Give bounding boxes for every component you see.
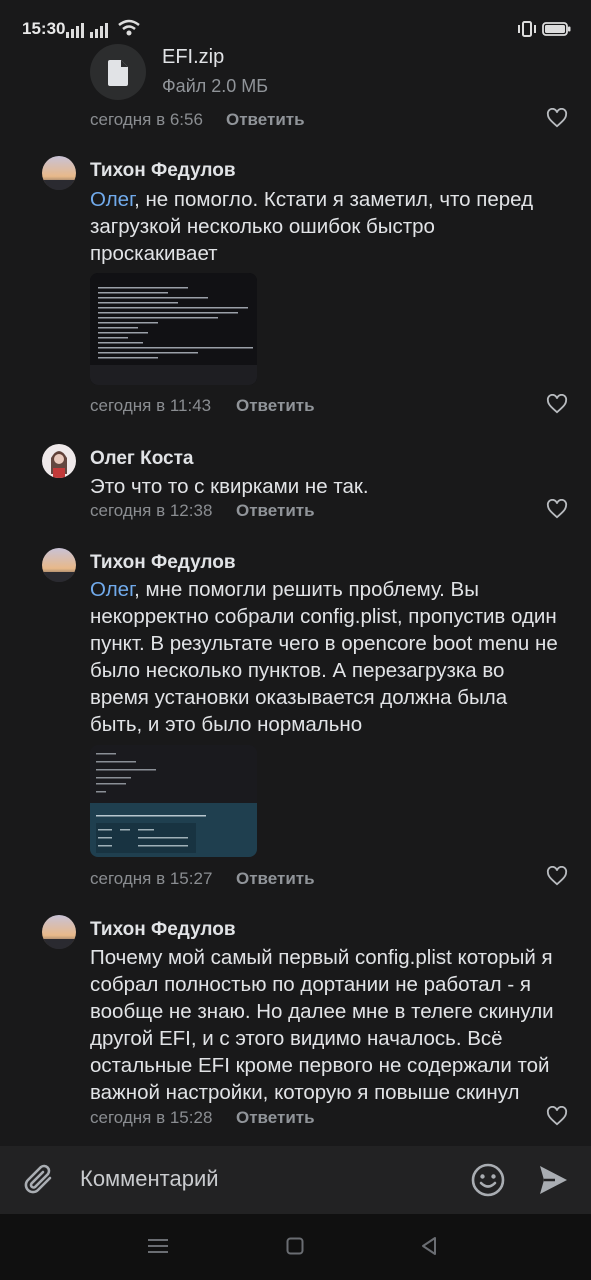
- emoji-icon[interactable]: [470, 1162, 506, 1198]
- heart-icon[interactable]: [546, 499, 568, 519]
- comment-text: Это что то с квирками не так.: [90, 475, 369, 498]
- comment-author[interactable]: Олег Коста: [90, 448, 194, 470]
- file-size: Файл 2.0 МБ: [162, 76, 269, 96]
- file-icon[interactable]: [90, 44, 146, 100]
- heart-icon[interactable]: [546, 866, 568, 886]
- reply-button[interactable]: Ответить: [236, 869, 315, 889]
- mention-link[interactable]: Олег: [90, 188, 134, 211]
- heart-icon[interactable]: [546, 108, 568, 128]
- comment-text: Олег, мне помогли решить проблему. Вы не…: [90, 578, 558, 736]
- avatar[interactable]: [42, 548, 76, 582]
- mention-link[interactable]: Олег: [90, 578, 134, 601]
- reply-button[interactable]: Ответить: [236, 1108, 315, 1128]
- heart-icon[interactable]: [546, 394, 568, 414]
- avatar[interactable]: [42, 156, 76, 190]
- reply-button[interactable]: Ответить: [236, 396, 315, 416]
- comment-input[interactable]: Комментарий: [80, 1166, 219, 1192]
- attached-photo[interactable]: [90, 273, 257, 385]
- status-time: 15:30: [22, 19, 66, 38]
- attached-photo[interactable]: [90, 745, 257, 857]
- status-bar: 15:30: [0, 0, 591, 58]
- comment-text: Олег, не помогло. Кстати я заметил, что …: [90, 188, 534, 265]
- heart-icon[interactable]: [546, 1106, 568, 1126]
- comment-time: сегодня в 15:27: [90, 869, 213, 888]
- comment-time: сегодня в 6:56: [90, 110, 203, 129]
- attach-icon[interactable]: [24, 1162, 58, 1198]
- reply-button[interactable]: Ответить: [236, 501, 315, 521]
- comment-author[interactable]: Тихон Федулов: [90, 919, 236, 941]
- vibrate-icon: [518, 21, 536, 37]
- comment-time: сегодня в 12:38: [90, 501, 213, 520]
- signal-icon: [66, 23, 108, 38]
- send-icon[interactable]: [537, 1163, 569, 1197]
- battery-icon: [542, 22, 571, 36]
- menu-icon[interactable]: [148, 1238, 168, 1254]
- avatar[interactable]: [42, 915, 76, 949]
- wifi-icon: [118, 19, 140, 36]
- avatar[interactable]: [42, 444, 76, 478]
- file-name[interactable]: EFI.zip: [162, 46, 224, 69]
- home-icon[interactable]: [286, 1237, 304, 1255]
- reply-button[interactable]: Ответить: [226, 110, 305, 130]
- comment-text: Почему мой самый первый config.plist кот…: [90, 946, 554, 1104]
- comment-author[interactable]: Тихон Федулов: [90, 160, 236, 182]
- back-icon[interactable]: [420, 1236, 438, 1256]
- comment-author[interactable]: Тихон Федулов: [90, 552, 236, 574]
- comment-time: сегодня в 15:28: [90, 1108, 213, 1127]
- comment-time: сегодня в 11:43: [90, 396, 212, 415]
